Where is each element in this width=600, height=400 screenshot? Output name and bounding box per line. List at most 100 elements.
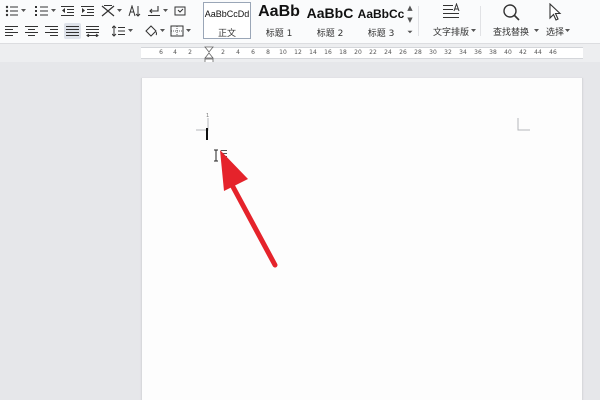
line-break-button[interactable] xyxy=(146,3,162,19)
ruler-tick-label: 20 xyxy=(354,49,362,56)
chevron-down-icon[interactable] xyxy=(117,9,122,13)
sort-icon xyxy=(128,5,141,17)
text-layout-label: 文字排版 xyxy=(432,28,469,38)
gallery-expand[interactable]: ⏷ xyxy=(405,26,415,38)
style-normal[interactable]: AaBbCcDd 正文 xyxy=(203,2,251,39)
ruler-tick-label: 22 xyxy=(369,49,377,56)
gallery-scroll-up[interactable]: ▲ xyxy=(405,2,415,14)
chevron-down-icon[interactable] xyxy=(21,9,26,13)
style-preview: AaBbCc xyxy=(357,7,405,21)
chevron-down-icon[interactable] xyxy=(163,9,168,13)
ruler-tick-label: 12 xyxy=(294,49,302,56)
show-marks-icon xyxy=(174,6,186,16)
ribbon-toolbar: AaBbCcDd 正文 AaBb 标题 1 AaBbC 标题 2 AaBbCc … xyxy=(0,0,600,44)
borders-button[interactable] xyxy=(169,23,185,39)
ruler-tick-label: 10 xyxy=(279,49,287,56)
style-name: 标题 1 xyxy=(265,29,293,39)
text-direction-button[interactable] xyxy=(100,3,116,19)
style-gallery: AaBbCcDd 正文 AaBb 标题 1 AaBbC 标题 2 AaBbCc … xyxy=(203,1,415,41)
ruler-tick-label: 36 xyxy=(474,49,482,56)
ruler-tick-label: 46 xyxy=(549,49,557,56)
justify-button[interactable] xyxy=(64,23,81,39)
gallery-scroll-down[interactable]: ▼ xyxy=(405,14,415,26)
shading-button[interactable] xyxy=(143,23,159,39)
ruler-tick-label: 4 xyxy=(173,49,177,56)
line-break-icon xyxy=(148,6,160,16)
align-right-icon xyxy=(45,26,58,36)
ruler-tick-label: 40 xyxy=(504,49,512,56)
ruler-tick-label: 44 xyxy=(534,49,542,56)
style-name: 标题 2 xyxy=(316,29,344,39)
style-heading-2[interactable]: AaBbC 标题 2 xyxy=(305,1,355,41)
search-icon xyxy=(503,4,520,21)
chevron-down-icon[interactable] xyxy=(51,9,56,13)
chevron-down-icon xyxy=(471,29,476,32)
chevron-down-icon[interactable] xyxy=(160,29,165,33)
ruler-tick-label: 2 xyxy=(221,49,225,56)
align-center-button[interactable] xyxy=(24,23,40,39)
bullet-list-icon xyxy=(5,5,18,17)
word-processor-window: AaBbCcDd 正文 AaBb 标题 1 AaBbC 标题 2 AaBbCc … xyxy=(0,0,600,400)
ruler-tick-label: 4 xyxy=(236,49,240,56)
borders-icon xyxy=(170,25,184,37)
shading-icon xyxy=(145,25,157,37)
numbered-list-button[interactable] xyxy=(34,3,50,19)
style-preview: AaBb xyxy=(258,3,300,20)
text-layout-button[interactable]: 文字排版 xyxy=(426,1,476,41)
ruler-tick-label: 24 xyxy=(384,49,392,56)
ruler-tick-label: 30 xyxy=(429,49,437,56)
style-name: 标题 3 xyxy=(367,29,395,39)
style-heading-3[interactable]: AaBbCc 标题 3 xyxy=(355,1,407,41)
ruler-tick-label: 32 xyxy=(444,49,452,56)
increase-indent-icon xyxy=(81,6,94,16)
margin-corner-mark xyxy=(517,118,530,131)
select-button[interactable]: 选择 xyxy=(540,1,570,41)
line-number: 1 xyxy=(206,113,210,119)
ruler-tick-label: 28 xyxy=(414,49,422,56)
ruler-tick-label: 6 xyxy=(159,49,163,56)
ruler-tick-label: 18 xyxy=(339,49,347,56)
sort-button[interactable] xyxy=(126,3,142,19)
chevron-down-icon[interactable] xyxy=(186,29,191,33)
bullet-list-button[interactable] xyxy=(4,3,20,19)
style-heading-1[interactable]: AaBb 标题 1 xyxy=(253,1,305,41)
ruler-tick-label: 34 xyxy=(459,49,467,56)
line-spacing-button[interactable] xyxy=(111,23,127,39)
ruler-tick-label: 8 xyxy=(266,49,270,56)
select-cursor-icon xyxy=(549,3,562,21)
divider xyxy=(480,6,481,36)
ruler-tick-label: 16 xyxy=(324,49,332,56)
horizontal-ruler[interactable]: 6 4 2 2 4 6 8 10 12 14 16 18 20 22 24 26… xyxy=(0,44,600,62)
align-left-button[interactable] xyxy=(4,23,20,39)
increase-indent-button[interactable] xyxy=(80,3,96,19)
document-canvas xyxy=(0,62,600,400)
divider xyxy=(418,6,419,36)
style-preview: AaBbCcDd xyxy=(204,9,250,19)
justify-icon xyxy=(65,26,79,36)
find-replace-button[interactable]: 查找替换 xyxy=(486,1,539,41)
ruler-tick-label: 26 xyxy=(399,49,407,56)
ruler-tick-label: 2 xyxy=(188,49,192,56)
arrow-annotation-icon xyxy=(220,150,278,268)
distribute-icon xyxy=(86,26,99,37)
decrease-indent-button[interactable] xyxy=(60,3,76,19)
ruler-tick-label: 42 xyxy=(519,49,527,56)
ruler-tick-label: 6 xyxy=(251,49,255,56)
chevron-down-icon xyxy=(565,29,570,32)
margin-corner-mark xyxy=(196,118,209,131)
distribute-button[interactable] xyxy=(85,23,101,39)
align-left-icon xyxy=(5,26,18,36)
text-caret xyxy=(206,128,208,140)
text-layout-icon xyxy=(443,3,460,18)
style-name: 正文 xyxy=(217,29,236,39)
chevron-down-icon[interactable] xyxy=(128,29,133,33)
show-marks-button[interactable] xyxy=(172,3,188,19)
ruler-tick-label: 14 xyxy=(309,49,317,56)
chevron-down-icon xyxy=(534,29,539,32)
align-right-button[interactable] xyxy=(44,23,60,39)
decrease-indent-icon xyxy=(61,6,74,16)
numbered-list-icon xyxy=(35,6,48,16)
style-preview: AaBbC xyxy=(306,5,354,21)
text-direction-icon xyxy=(101,5,115,17)
ruler-tick-label: 38 xyxy=(489,49,497,56)
